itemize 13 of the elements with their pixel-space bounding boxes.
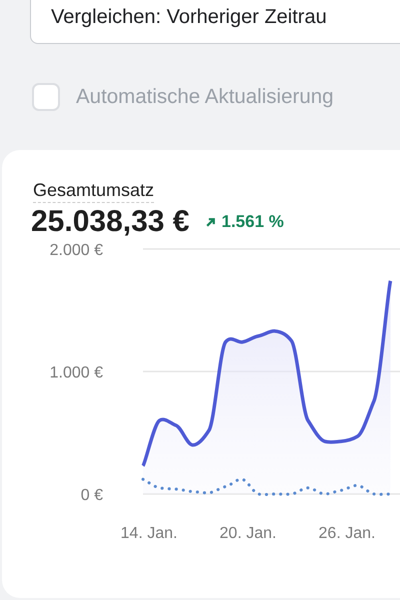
y-axis-label: 0 € [80,487,103,504]
x-axis-label: 20. Jan. [220,525,276,542]
y-axis-label: 2.000 € [50,242,103,259]
y-axis-label: 1.000 € [50,364,103,382]
compare-dropdown[interactable]: Vergleichen: Vorheriger Zeitrau [30,0,400,44]
auto-refresh-label: Automatische Aktualisierung [76,85,334,109]
metric-title[interactable]: Gesamtumsatz [33,180,154,203]
x-axis-label: 26. Jan. [318,525,376,542]
auto-refresh-checkbox[interactable] [32,83,60,111]
metric-value: 25.038,33 € [31,205,190,239]
metric-change: 1.561 % [221,212,284,232]
trend-arrow-icon [205,216,216,228]
x-axis-label: 14. Jan. [120,525,178,542]
